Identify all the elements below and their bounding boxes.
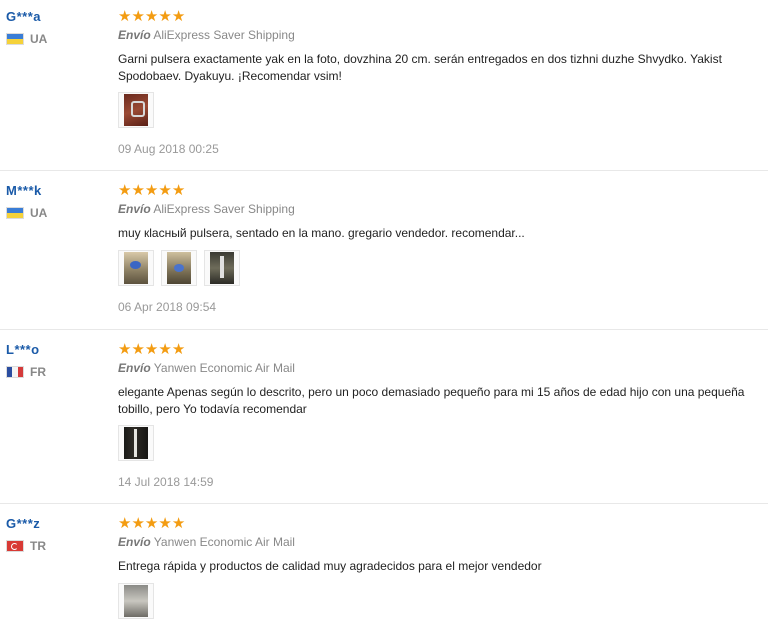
shipping-info: Envío AliExpress Saver Shipping	[118, 202, 295, 216]
turkey-flag-icon	[6, 540, 24, 552]
country-code: UA	[30, 32, 48, 46]
star-icon: ★	[158, 515, 172, 532]
review-date: 14 Jul 2018 14:59	[118, 475, 214, 489]
shipping-label: Envío	[118, 535, 151, 549]
shipping-label: Envío	[118, 28, 151, 42]
reviewer-info: G***z TR	[6, 516, 106, 553]
star-icon: ★	[144, 341, 159, 358]
star-icon: ★	[158, 182, 172, 199]
reviewer-name: G***z	[6, 516, 41, 531]
shipping-info: Envío Yanwen Economic Air Mail	[118, 361, 295, 375]
review-photos	[118, 92, 161, 128]
review-text: Garni pulsera exactamente yak en la foto…	[118, 52, 722, 83]
star-icon: ★	[131, 8, 145, 25]
star-icon: ★	[171, 341, 186, 358]
shipping-info: Envío Yanwen Economic Air Mail	[118, 535, 295, 549]
star-icon: ★	[131, 341, 145, 358]
star-icon: ★	[144, 182, 159, 199]
review-photo[interactable]	[118, 583, 154, 619]
reviewer-country: UA	[6, 32, 47, 46]
country-code: UA	[30, 206, 48, 220]
reviewer-info: G***a UA	[6, 9, 106, 46]
shipping-method: Yanwen Economic Air Mail	[153, 361, 295, 375]
star-icon: ★	[118, 341, 132, 358]
divider	[0, 329, 768, 330]
review-date: 06 Apr 2018 09:54	[118, 300, 217, 314]
review-content: ★ ★ ★ ★ ★ Envío Yanwen Economic Air Mail ele…	[118, 342, 768, 489]
star-icon: ★	[171, 8, 186, 25]
reviewer-name: L***o	[6, 342, 40, 357]
divider	[0, 503, 768, 504]
review-photo[interactable]	[118, 425, 154, 461]
country-code: TR	[30, 539, 46, 553]
review-text: elegante Apenas según lo descrito, pero …	[118, 385, 745, 416]
shipping-method: Yanwen Economic Air Mail	[153, 535, 295, 549]
shipping-label: Envío	[118, 361, 151, 375]
review-photo[interactable]	[118, 92, 154, 128]
reviewer-name: M***k	[6, 183, 42, 198]
star-rating: ★ ★ ★ ★ ★	[118, 516, 768, 532]
review-photo[interactable]	[204, 250, 240, 286]
reviewer-country: UA	[6, 206, 47, 220]
star-icon: ★	[144, 515, 159, 532]
star-icon: ★	[158, 341, 172, 358]
shipping-method: AliExpress Saver Shipping	[153, 28, 295, 42]
star-icon: ★	[118, 182, 132, 199]
country-code: FR	[30, 365, 46, 379]
review-photos	[118, 425, 161, 461]
shipping-label: Envío	[118, 202, 151, 216]
review-photos	[118, 250, 247, 286]
review-content: ★ ★ ★ ★ ★ Envío Yanwen Economic Air Mail Ent…	[118, 516, 768, 619]
star-icon: ★	[131, 182, 145, 199]
reviewer-name: G***a	[6, 9, 42, 24]
reviewer-info: M***k UA	[6, 183, 106, 220]
star-icon: ★	[131, 515, 145, 532]
review-date: 09 Aug 2018 00:25	[118, 142, 219, 156]
reviewer-country: TR	[6, 539, 46, 553]
star-icon: ★	[118, 515, 132, 532]
ukraine-flag-icon	[6, 207, 24, 219]
star-icon: ★	[118, 8, 132, 25]
shipping-info: Envío AliExpress Saver Shipping	[118, 28, 295, 42]
divider	[0, 170, 768, 171]
reviewer-info: L***o FR	[6, 342, 106, 379]
review-photo[interactable]	[118, 250, 154, 286]
review-content: ★ ★ ★ ★ ★ Envío AliExpress Saver Shipping Ga…	[118, 9, 768, 156]
star-icon: ★	[171, 182, 186, 199]
star-rating: ★ ★ ★ ★ ★	[118, 342, 768, 358]
reviewer-country: FR	[6, 365, 46, 379]
france-flag-icon	[6, 366, 24, 378]
star-rating: ★ ★ ★ ★ ★	[118, 183, 768, 199]
review-photo[interactable]	[161, 250, 197, 286]
star-icon: ★	[171, 515, 186, 532]
shipping-method: AliExpress Saver Shipping	[153, 202, 295, 216]
star-icon: ★	[158, 8, 172, 25]
review-text: muy кlасный pulsera, sentado en la mano.…	[118, 226, 525, 240]
ukraine-flag-icon	[6, 33, 24, 45]
star-rating: ★ ★ ★ ★ ★	[118, 9, 768, 25]
review-photos	[118, 583, 161, 619]
star-icon: ★	[144, 8, 159, 25]
review-text: Entrega rápida y productos de calidad mu…	[118, 559, 542, 573]
review-content: ★ ★ ★ ★ ★ Envío AliExpress Saver Shipping mu…	[118, 183, 768, 314]
